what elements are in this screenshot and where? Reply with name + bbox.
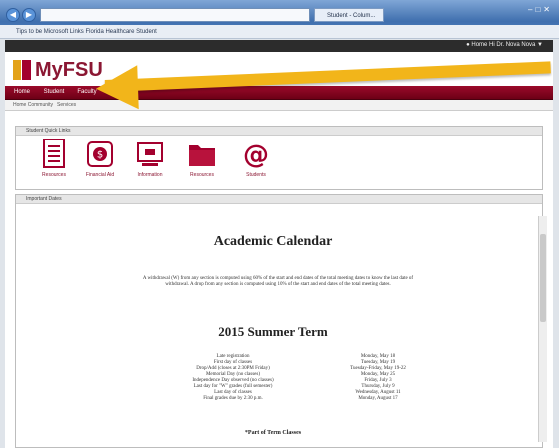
quick-link-email[interactable]: @ Students <box>236 139 276 178</box>
quick-link-resources[interactable]: Resources <box>34 138 74 178</box>
logo-icon <box>13 60 31 80</box>
forward-icon[interactable]: ▶ <box>22 8 36 22</box>
sub-nav: Home Community Services <box>5 100 553 111</box>
part-of-term-heading: *Part of Term Classes <box>244 430 302 436</box>
email-icon: @ <box>236 139 276 170</box>
myfsu-page: ● Home Hi Dr. Nova Nova ▼ MyFSU Home Stu… <box>5 40 553 448</box>
logo-text: MyFSU <box>35 58 103 81</box>
annotation-arrow-icon <box>95 65 139 111</box>
document-title: Academic Calendar <box>213 234 333 249</box>
subnav-services[interactable]: Services <box>57 100 76 110</box>
utility-strip: ● Home Hi Dr. Nova Nova ▼ <box>5 40 553 52</box>
quick-link-financial-aid[interactable]: $ Financial Aid <box>80 139 120 178</box>
important-dates-title: Important Dates <box>16 195 542 204</box>
svg-text:@: @ <box>243 140 269 169</box>
quick-links-title: Student Quick Links <box>16 127 542 136</box>
document-scrollbar[interactable] <box>538 216 547 442</box>
favorites-bar[interactable]: Tips to be Microsoft Links Florida Healt… <box>0 25 559 39</box>
window-controls[interactable]: –□✕ <box>528 5 553 14</box>
monitor-icon <box>130 139 170 169</box>
withdrawal-paragraph: A withdrawal (W) from any section is com… <box>142 276 414 287</box>
scrollbar-thumb[interactable] <box>540 234 546 322</box>
calendar-date: Monday, August 17 <box>358 396 398 401</box>
quick-link-label: Information <box>137 172 163 178</box>
term-heading: 2015 Summer Term <box>218 324 328 339</box>
svg-text:$: $ <box>97 150 103 161</box>
main-nav: Home Student Faculty <box>5 86 553 100</box>
browser-tab[interactable]: Student - Colum... <box>314 8 384 22</box>
quick-links-panel: Student Quick Links Resources $ Financia… <box>15 126 543 190</box>
quick-link-folder[interactable]: Resources <box>182 139 222 178</box>
subnav-home-community[interactable]: Home Community <box>13 100 53 110</box>
nav-student[interactable]: Student <box>40 86 68 99</box>
back-icon[interactable]: ◀ <box>6 8 20 22</box>
address-bar[interactable] <box>40 8 310 22</box>
document-icon <box>34 138 74 169</box>
quick-link-label: Resources <box>190 172 214 178</box>
user-menu[interactable]: ● Home Hi Dr. Nova Nova ▼ <box>466 42 543 48</box>
quick-link-label: Resources <box>42 172 66 178</box>
calendar-event: Final grades due by 2:30 p.m. <box>203 396 263 401</box>
quick-link-information[interactable]: Information <box>130 139 170 178</box>
folder-icon <box>182 139 222 169</box>
myfsu-logo[interactable]: MyFSU <box>13 56 103 84</box>
calendar-document: Academic Calendar A withdrawal (W) from … <box>23 214 531 448</box>
money-icon: $ <box>80 139 120 169</box>
nav-home[interactable]: Home <box>11 86 33 99</box>
quick-link-label: Financial Aid <box>85 172 115 178</box>
quick-link-label: Students <box>246 172 266 178</box>
